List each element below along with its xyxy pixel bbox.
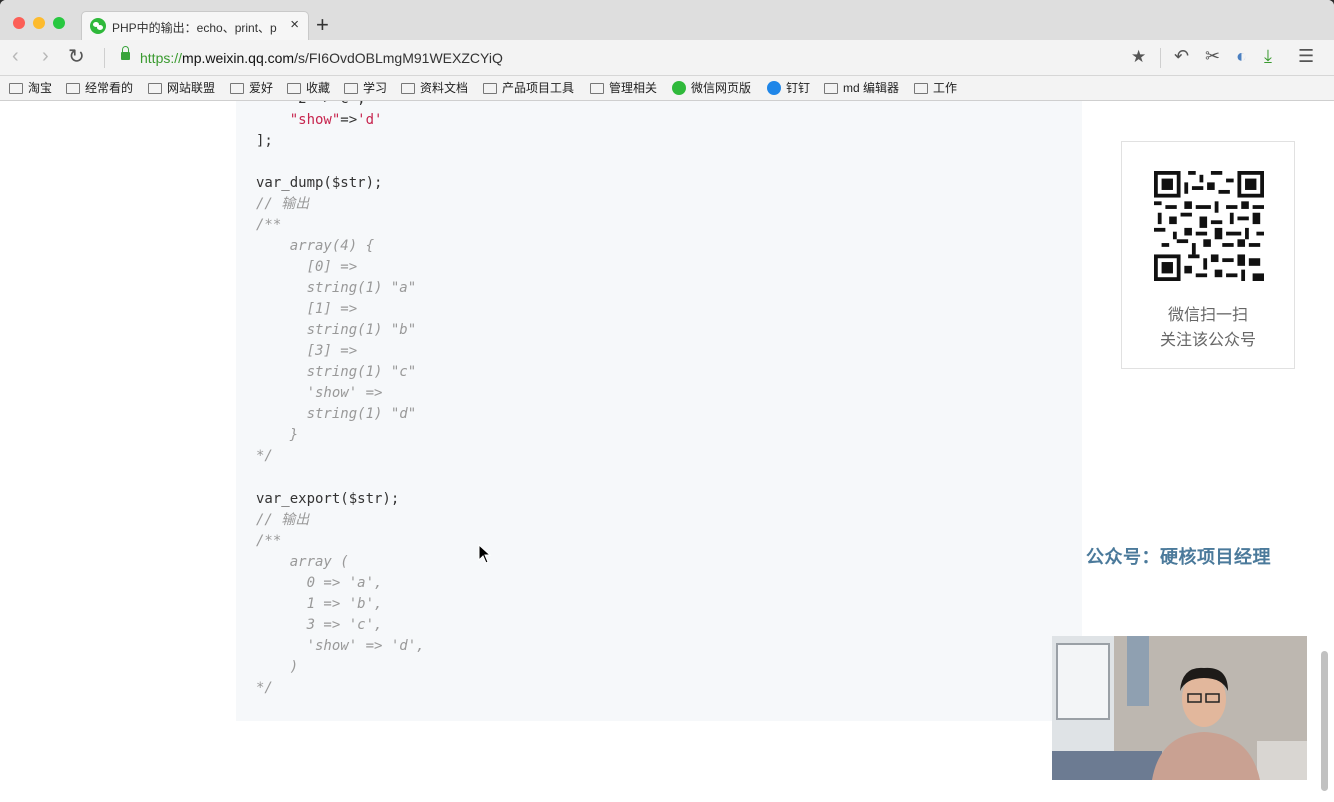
folder-icon — [824, 83, 838, 94]
star-icon[interactable]: ★ — [1131, 47, 1146, 67]
url-host: mp.weixin.qq.com — [182, 50, 295, 66]
bookmark-item[interactable]: 网站联盟 — [148, 79, 215, 96]
folder-icon — [483, 83, 497, 94]
bookmark-label: 资料文档 — [420, 81, 469, 95]
bookmark-item[interactable]: 经常看的 — [66, 79, 133, 96]
bookmark-item[interactable]: 工作 — [914, 79, 957, 96]
bookmark-label: 经常看的 — [85, 81, 134, 95]
minimize-window-button[interactable] — [33, 17, 45, 29]
code-comment: // 输出 — [256, 512, 310, 528]
lock-icon — [121, 46, 130, 60]
undo-icon[interactable]: ↶ — [1174, 46, 1189, 67]
mouse-cursor-icon — [478, 544, 492, 564]
bookmark-label: 学习 — [363, 81, 388, 95]
new-tab-button[interactable]: + — [316, 12, 329, 38]
bookmark-item[interactable]: 钉钉 — [767, 79, 810, 96]
browser-window: PHP中的输出：echo、print、p × + ‹ › ↻ https://m… — [0, 0, 1334, 802]
address-bar[interactable]: https://mp.weixin.qq.com/s/FI6OvdOBLmgM9… — [140, 50, 503, 66]
scrollbar-thumb[interactable] — [1321, 651, 1328, 791]
folder-icon — [230, 83, 244, 94]
bookmark-label: 产品项目工具 — [502, 81, 575, 95]
folder-icon — [148, 83, 162, 94]
code-line: var_export($str); — [256, 491, 400, 507]
bookmark-item[interactable]: 管理相关 — [590, 79, 657, 96]
code-line: var_dump($str); — [256, 175, 383, 191]
bookmark-label: 淘宝 — [28, 81, 53, 95]
folder-icon — [401, 83, 415, 94]
back-icon[interactable]: ‹ — [12, 45, 19, 68]
extension-icon[interactable]: ◐ — [1236, 46, 1247, 67]
menu-icon[interactable]: ☰ — [1298, 46, 1314, 67]
folder-icon — [590, 83, 604, 94]
url-scheme: https:// — [140, 50, 183, 66]
qr-caption-line2: 关注该公众号 — [1159, 332, 1256, 349]
wechat-icon — [90, 18, 106, 34]
bookmark-item[interactable]: 学习 — [344, 79, 387, 96]
tab-close-button[interactable]: × — [290, 16, 299, 33]
bookmark-item[interactable]: md 编辑器 — [824, 79, 899, 96]
bookmark-item[interactable]: 产品项目工具 — [483, 79, 574, 96]
bookmark-label: 收藏 — [306, 81, 331, 95]
bookmark-item[interactable]: 爱好 — [230, 79, 273, 96]
folder-icon — [344, 83, 358, 94]
code-string: "show" — [289, 112, 341, 128]
qr-code-image — [1154, 171, 1264, 281]
bookmark-label: 钉钉 — [786, 81, 811, 95]
qr-caption-line1: 微信扫一扫 — [1167, 307, 1248, 324]
code-comment-block: /** array(4) { [0] => string(1) "a" [1] … — [256, 217, 417, 464]
bookmark-label: 微信网页版 — [691, 81, 752, 95]
bookmark-item[interactable]: 淘宝 — [9, 79, 52, 96]
browser-tab[interactable]: PHP中的输出：echo、print、p × — [81, 11, 309, 41]
folder-icon — [66, 83, 80, 94]
code-operator: => — [340, 112, 358, 128]
folder-icon — [914, 83, 928, 94]
code-string: 'd' — [357, 112, 383, 128]
page-content: "2"=>'c', "show"=>'d' ]; var_dump($str);… — [0, 101, 1334, 802]
page-scrollbar[interactable] — [1320, 101, 1328, 802]
reload-icon[interactable]: ↻ — [68, 44, 85, 69]
dingtalk-icon — [767, 81, 781, 95]
scissors-icon[interactable]: ✂ — [1205, 46, 1220, 67]
bookmark-label: 爱好 — [249, 81, 274, 95]
browser-toolbar: ‹ › ↻ https://mp.weixin.qq.com/s/FI6OvdO… — [0, 40, 1334, 76]
code-comment-block: /** array ( 0 => 'a', 1 => 'b', 3 => 'c'… — [256, 533, 425, 696]
bookmark-label: md 编辑器 — [843, 81, 900, 95]
bookmarks-bar: 淘宝 经常看的 网站联盟 爱好 收藏 学习 资料文档 产品项目工具 管理相关 微… — [0, 76, 1334, 101]
bookmark-item[interactable]: 资料文档 — [401, 79, 468, 96]
forward-icon[interactable]: › — [42, 45, 49, 68]
bookmark-label: 管理相关 — [609, 81, 658, 95]
bookmark-item[interactable]: 收藏 — [287, 79, 330, 96]
code-line: ]; — [256, 133, 273, 149]
url-path: /s/FI6OvdOBLmgM91WEXZCYiQ — [294, 50, 503, 66]
close-window-button[interactable] — [13, 17, 25, 29]
download-icon[interactable]: ⤓ — [1264, 46, 1272, 67]
divider — [104, 48, 105, 68]
folder-icon — [287, 83, 301, 94]
official-account-name: 公众号：硬核项目经理 — [1086, 547, 1271, 567]
maximize-window-button[interactable] — [53, 17, 65, 29]
bookmark-label: 网站联盟 — [167, 81, 216, 95]
bookmark-item[interactable]: 微信网页版 — [672, 79, 751, 96]
webcam-video-frame — [1052, 636, 1307, 780]
tab-title: PHP中的输出：echo、print、p — [112, 21, 277, 35]
title-bar: PHP中的输出：echo、print、p × + — [0, 0, 1334, 41]
code-line: "2"=>'c', — [256, 101, 366, 110]
code-block: "2"=>'c', "show"=>'d' ]; var_dump($str);… — [236, 101, 1082, 721]
wechat-icon — [672, 81, 686, 95]
qr-card: 微信扫一扫 关注该公众号 — [1121, 141, 1295, 369]
bookmark-label: 工作 — [933, 81, 958, 95]
webcam-overlay — [1052, 636, 1307, 780]
code-line: "show"=>'d' — [256, 110, 383, 131]
code-comment: // 输出 — [256, 196, 310, 212]
divider — [1160, 48, 1161, 68]
folder-icon — [9, 83, 23, 94]
